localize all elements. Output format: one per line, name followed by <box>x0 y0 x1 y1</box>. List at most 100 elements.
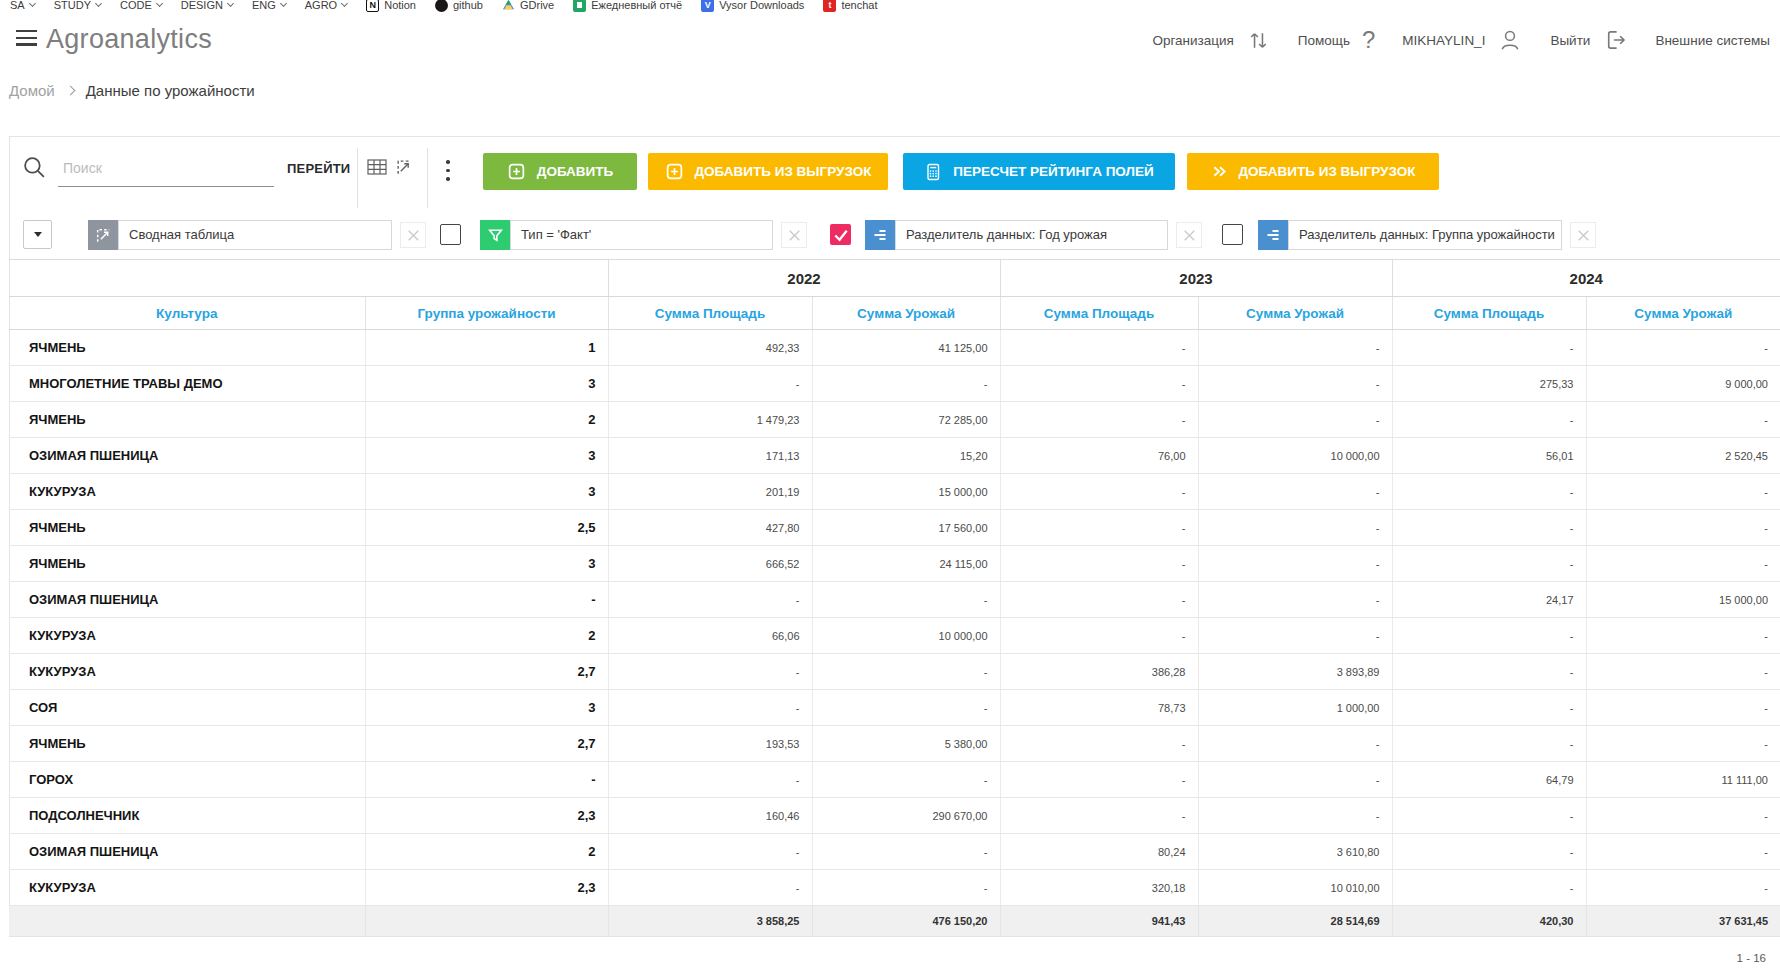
table-row[interactable]: МНОГОЛЕТНИЕ ТРАВЫ ДЕМО3----275,339 000,0… <box>9 366 1780 402</box>
header-menu-item[interactable]: Выйти <box>1550 27 1628 53</box>
column-header[interactable]: Сумма Площадь <box>1392 297 1586 330</box>
toolbar-button-3[interactable]: ДОБАВИТЬ ИЗ ВЫГРУЗОК <box>1187 153 1439 190</box>
table-row[interactable]: ОЗИМАЯ ПШЕНИЦА-----24,1715 000,00 <box>9 582 1780 618</box>
value-cell: - <box>1000 474 1198 510</box>
bookmark-item[interactable]: ttenchat <box>823 0 877 12</box>
yield-group-cell: 2,5 <box>365 510 608 546</box>
yield-group-cell: 2,3 <box>365 798 608 834</box>
pivot-view-icon[interactable] <box>395 158 414 181</box>
column-header[interactable]: Сумма Урожай <box>1198 297 1392 330</box>
search-input[interactable]: Поиск <box>63 160 102 176</box>
panel-top-border <box>9 136 1780 137</box>
header-menu-item[interactable]: Внешние системы <box>1655 33 1770 48</box>
breadcrumb: Домой Данные по урожайности <box>9 82 255 99</box>
value-cell: - <box>812 834 1000 870</box>
search-icon[interactable] <box>22 155 47 184</box>
toolbar-button-0[interactable]: ДОБАВИТЬ <box>483 153 637 190</box>
filter-checkbox[interactable] <box>830 224 851 245</box>
value-cell: 3 610,80 <box>1198 834 1392 870</box>
table-row[interactable]: ОЗИМАЯ ПШЕНИЦА2--80,243 610,80-- <box>9 834 1780 870</box>
bookmark-item[interactable]: SA <box>10 0 35 11</box>
column-header[interactable]: Культура <box>9 297 365 330</box>
table-row[interactable]: ЯЧМЕНЬ2,5427,8017 560,00---- <box>9 510 1780 546</box>
bookmark-item[interactable]: github <box>435 0 483 12</box>
table-row[interactable]: КУКУРУЗА2,7--386,283 893,89-- <box>9 654 1780 690</box>
table-row[interactable]: ОЗИМАЯ ПШЕНИЦА3171,1315,2076,0010 000,00… <box>9 438 1780 474</box>
value-cell: - <box>1586 834 1780 870</box>
table-row[interactable]: КУКУРУЗА2,3--320,1810 010,00-- <box>9 870 1780 906</box>
go-button[interactable]: ПЕРЕЙТИ <box>287 161 350 176</box>
table-row[interactable]: КУКУРУЗА3201,1915 000,00---- <box>9 474 1780 510</box>
bookmark-item[interactable]: VVysor Downloads <box>701 0 804 12</box>
filter-dropdown-button[interactable] <box>23 220 52 249</box>
remove-filter-icon[interactable] <box>1176 222 1202 248</box>
value-cell: 193,53 <box>608 726 812 762</box>
remove-filter-icon[interactable] <box>400 222 426 248</box>
column-header[interactable]: Сумма Урожай <box>1586 297 1780 330</box>
calculator-icon <box>924 163 942 181</box>
pivot-icon <box>88 220 118 250</box>
value-cell: - <box>1586 798 1780 834</box>
bookmark-label: GDrive <box>520 0 554 11</box>
yield-group-cell: 3 <box>365 546 608 582</box>
total-cell <box>365 906 608 937</box>
value-cell: 11 111,00 <box>1586 762 1780 798</box>
header-menu-item[interactable]: Помощь? <box>1298 26 1376 54</box>
data-separator-icon <box>865 220 895 250</box>
github-favicon <box>435 0 448 12</box>
filter-chip-label: Тип = 'Факт' <box>510 220 773 250</box>
bookmark-item[interactable]: STUDY <box>54 0 101 11</box>
table-view-icon[interactable] <box>367 158 387 180</box>
year-header-empty <box>9 260 608 297</box>
bookmark-item[interactable]: GDrive <box>502 0 554 12</box>
year-group-header: 2024 <box>1392 260 1780 297</box>
more-options-icon[interactable] <box>446 160 450 181</box>
pagination-label: 1 - 16 <box>1737 952 1766 964</box>
table-row[interactable]: ЯЧМЕНЬ21 479,2372 285,00---- <box>9 402 1780 438</box>
breadcrumb-current: Данные по урожайности <box>86 82 255 99</box>
remove-filter-icon[interactable] <box>1570 222 1596 248</box>
filter-checkbox[interactable] <box>440 224 461 245</box>
total-cell: 3 858,25 <box>608 906 812 937</box>
bookmark-item[interactable]: CODE <box>120 0 162 11</box>
bookmark-item[interactable]: Ежедневный отчё <box>573 0 682 12</box>
value-cell: 427,80 <box>608 510 812 546</box>
table-row[interactable]: ЯЧМЕНЬ2,7193,535 380,00---- <box>9 726 1780 762</box>
bookmark-item[interactable]: AGRO <box>305 0 347 11</box>
total-cell: 476 150,20 <box>812 906 1000 937</box>
toolbar-button-1[interactable]: ДОБАВИТЬ ИЗ ВЫГРУЗОК <box>648 153 888 190</box>
remove-filter-icon[interactable] <box>781 222 807 248</box>
value-cell: - <box>1198 474 1392 510</box>
table-row[interactable]: СОЯ3--78,731 000,00-- <box>9 690 1780 726</box>
value-cell: 171,13 <box>608 438 812 474</box>
table-row[interactable]: ЯЧМЕНЬ3666,5224 115,00---- <box>9 546 1780 582</box>
table-row[interactable]: ПОДСОЛНЕЧНИК2,3160,46290 670,00---- <box>9 798 1780 834</box>
chevron-down-icon <box>227 0 234 7</box>
culture-cell: МНОГОЛЕТНИЕ ТРАВЫ ДЕМО <box>9 366 365 402</box>
column-header[interactable]: Группа урожайности <box>365 297 608 330</box>
toolbar-button-2[interactable]: ПЕРЕСЧЕТ РЕЙТИНГА ПОЛЕЙ <box>903 153 1175 190</box>
value-cell: - <box>812 762 1000 798</box>
bookmark-item[interactable]: DESIGN <box>181 0 233 11</box>
tenchat-favicon: t <box>823 0 836 12</box>
header-menu-item[interactable]: Организация <box>1152 28 1270 53</box>
value-cell: - <box>1392 330 1586 366</box>
filter-checkbox[interactable] <box>1222 224 1243 245</box>
culture-cell: ЯЧМЕНЬ <box>9 402 365 438</box>
bookmark-label: github <box>453 0 483 11</box>
table-row[interactable]: КУКУРУЗА266,0610 000,00---- <box>9 618 1780 654</box>
header-menu-item[interactable]: MIKHAYLIN_I <box>1402 27 1523 53</box>
breadcrumb-home[interactable]: Домой <box>9 82 55 99</box>
hamburger-menu-icon[interactable] <box>16 30 37 50</box>
table-row[interactable]: ЯЧМЕНЬ1492,3341 125,00---- <box>9 330 1780 366</box>
column-header[interactable]: Сумма Площадь <box>1000 297 1198 330</box>
column-header[interactable]: Сумма Площадь <box>608 297 812 330</box>
table-row[interactable]: ГОРОХ-----64,7911 111,00 <box>9 762 1780 798</box>
value-cell: - <box>608 870 812 906</box>
value-cell: 76,00 <box>1000 438 1198 474</box>
bookmark-item[interactable]: NNotion <box>366 0 416 12</box>
bookmark-item[interactable]: ENG <box>252 0 286 11</box>
app-title: Agroanalytics <box>46 24 212 55</box>
chevron-down-icon <box>280 0 287 7</box>
column-header[interactable]: Сумма Урожай <box>812 297 1000 330</box>
